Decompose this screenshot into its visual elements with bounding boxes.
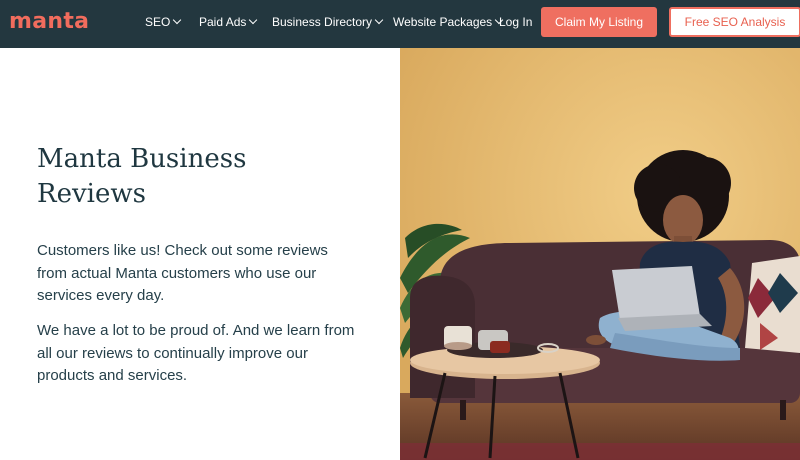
nav-item-label: Log In — [499, 15, 533, 29]
nav-item-log-in[interactable]: Log In — [499, 0, 532, 44]
secondary-paragraph: We have a lot to be proud of. And we lea… — [37, 322, 355, 384]
nav-item-paid-ads[interactable]: Paid Ads — [199, 0, 258, 44]
nav-item-label: Website Packages — [393, 15, 493, 29]
woman-on-couch-illustration — [400, 48, 800, 460]
nav-item-seo[interactable]: SEO — [145, 0, 182, 44]
nav-item-label: Business Directory — [272, 15, 373, 29]
manta-logo[interactable]: manta — [9, 9, 89, 35]
patterned-pillow — [745, 256, 800, 353]
chevron-down-icon — [173, 15, 182, 25]
intro-paragraph: Customers like us! Check out some review… — [37, 242, 328, 304]
claim-my-listing-button[interactable]: Claim My Listing — [541, 7, 657, 37]
hero-photo — [400, 48, 800, 460]
chevron-down-icon — [374, 15, 384, 25]
top-navigation-bar: manta SEO Paid Ads Business Directory We… — [0, 0, 800, 48]
chevron-down-icon — [249, 15, 258, 25]
free-seo-analysis-button[interactable]: Free SEO Analysis — [669, 7, 800, 37]
nav-item-label: Paid Ads — [199, 15, 247, 29]
page-title: Manta Business Reviews — [37, 144, 247, 209]
nav-item-business-directory[interactable]: Business Directory — [272, 0, 384, 44]
nav-item-website-packages[interactable]: Website Packages — [393, 0, 504, 44]
nav-item-label: SEO — [145, 15, 171, 29]
